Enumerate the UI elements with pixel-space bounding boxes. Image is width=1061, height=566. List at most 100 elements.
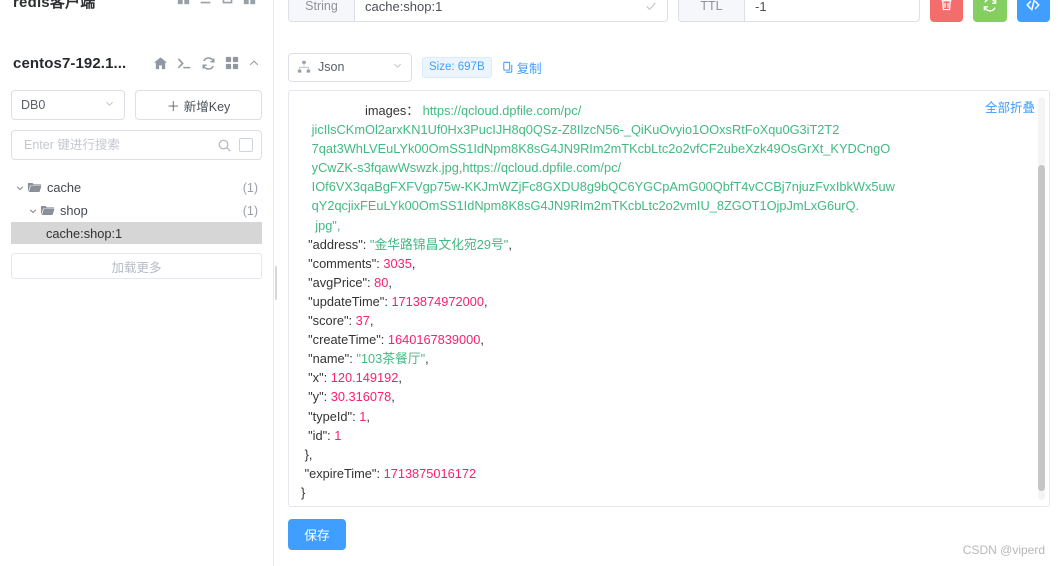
refresh-key-button[interactable] (973, 0, 1007, 22)
tree-node-shop[interactable]: shop (1) (11, 199, 262, 222)
sitemap-icon (297, 60, 311, 74)
tree-key-cache-shop-1[interactable]: cache:shop:1 (11, 222, 262, 244)
connection-name: centos7-192.1... (13, 54, 127, 72)
json-value-y: 30.316078 (330, 389, 392, 405)
minimize-icon[interactable] (199, 0, 212, 5)
json-key-id: "id": (308, 427, 331, 443)
add-key-label: 新增Key (183, 99, 231, 114)
json-scrollbar-thumb[interactable] (1038, 165, 1045, 491)
json-key-y: "y": (308, 389, 328, 405)
json-comma: , (366, 408, 370, 424)
maximize-icon[interactable] (221, 0, 234, 5)
json-comma: , (398, 370, 402, 386)
chevron-down-icon[interactable] (13, 183, 27, 193)
terminal-icon[interactable] (177, 56, 192, 71)
json-key-avgprice: "avgPrice": (308, 274, 371, 290)
chevron-down-icon[interactable] (26, 206, 40, 216)
folder-icon (40, 203, 55, 218)
json-images-line-tail: jpg", (315, 217, 341, 233)
ttl-input[interactable] (745, 0, 919, 21)
chevron-down-icon (392, 60, 403, 74)
collapse-chevron-icon[interactable] (248, 57, 260, 69)
delete-key-button[interactable] (930, 0, 964, 22)
app-title: redis客户端 (13, 0, 96, 11)
db-and-add-row: DB0 ＋ 新增Key (11, 90, 262, 120)
json-scrollbar-track[interactable] (1038, 97, 1045, 500)
key-name-group: String (288, 0, 668, 22)
json-images-line-2: 7qat3WhLVEuLYk00OmSS1IdNpm8K8sG4JN9RIm2m… (311, 141, 891, 157)
json-value-updatetime: 1713874972000 (391, 293, 484, 309)
search-icon[interactable] (217, 138, 232, 153)
json-value-comments: 3035 (383, 255, 412, 271)
json-value-score: 37 (355, 313, 370, 329)
json-key-images: images： (365, 103, 420, 118)
key-type-label: String (289, 0, 355, 21)
json-key-name: "name": (308, 351, 353, 367)
json-comma: , (369, 313, 374, 329)
copy-label: 复制 (516, 61, 542, 76)
json-close-brace-outer: } (301, 484, 306, 500)
check-icon[interactable] (644, 0, 658, 13)
search-input[interactable] (22, 137, 217, 153)
key-tree: cache (1) shop (1) cache:shop:1 加载更多 (11, 176, 262, 279)
format-select[interactable]: Json (288, 52, 412, 82)
size-badge: Size: 697B (422, 56, 492, 78)
json-comma: , (388, 274, 392, 290)
json-images-line-0: https://qcloud.dpfile.com/pc/ (422, 103, 582, 118)
code-view-button[interactable] (1016, 0, 1050, 22)
key-search-row (11, 130, 262, 160)
grid-icon[interactable] (177, 0, 190, 5)
json-images-line-4: IOf6VX3qaBgFXFVgp75w-KKJmWZjFc8GXDU8g9bQ… (311, 179, 895, 195)
json-key-score: "score": (308, 313, 353, 329)
search-exact-checkbox[interactable] (239, 138, 253, 152)
folder-icon (27, 180, 42, 195)
json-value-expiretime: 1713875016172 (383, 465, 477, 481)
tree-node-count: (1) (242, 203, 258, 218)
json-comma: , (508, 236, 512, 252)
json-key-comments: "comments": (308, 255, 380, 271)
ttl-label: TTL (679, 0, 745, 21)
json-key-updatetime: "updateTime": (308, 293, 388, 309)
home-icon[interactable] (153, 56, 168, 71)
json-comma: , (483, 293, 488, 309)
json-comma: , (391, 389, 395, 405)
format-select-value: Json (318, 60, 345, 74)
key-name-input[interactable] (355, 0, 642, 21)
main-panel: String TTL (278, 0, 1061, 566)
copy-icon (502, 61, 515, 74)
collapse-all-link[interactable]: 全部折叠 (985, 97, 1035, 116)
add-key-button[interactable]: ＋ 新增Key (135, 90, 262, 120)
ttl-group: TTL (678, 0, 920, 22)
refresh-icon[interactable] (201, 56, 216, 71)
grid-icon[interactable] (225, 56, 239, 70)
json-comma: , (411, 255, 416, 271)
json-close-brace-inner: }, (304, 446, 313, 462)
tree-node-count: (1) (242, 180, 258, 195)
json-comma: , (425, 351, 429, 367)
json-comma: , (480, 332, 484, 348)
copy-button[interactable]: 复制 (502, 58, 542, 77)
json-value-address: "金华路锦昌文化宛29号" (369, 236, 509, 252)
tree-node-cache[interactable]: cache (1) (11, 176, 262, 199)
sidebar-clipped-header: redis客户端 (11, 0, 262, 42)
json-images-line-3: yCwZK-s3fqawWswzk.jpg,https://qcloud.dpf… (311, 160, 622, 176)
json-images-line-5: qY2qcjixFEuLYk00OmSS1IdNpm8K8sG4JN9RIm2m… (311, 198, 860, 214)
db-select[interactable]: DB0 (11, 90, 125, 120)
plus-icon: ＋ (166, 98, 180, 114)
close-icon[interactable] (243, 0, 256, 5)
json-scroll-area[interactable]: images： https://qcloud.dpfile.com/pc/ ji… (289, 91, 1037, 506)
watermark: CSDN @viperd (962, 543, 1045, 557)
tree-key-label: cache:shop:1 (46, 225, 123, 241)
connection-actions (153, 56, 260, 71)
connection-header: centos7-192.1... (11, 42, 262, 78)
key-toolbar: String TTL (288, 0, 1050, 22)
splitter-handle[interactable] (275, 266, 277, 300)
json-images-line-1: jicIlsCKmOl2arxKN1Uf0Hx3PucIJH8q0QSz-Z8I… (311, 122, 840, 138)
load-more-button[interactable]: 加载更多 (11, 253, 262, 279)
key-name-actions (642, 0, 667, 21)
db-select-value: DB0 (21, 98, 46, 112)
tree-node-label: shop (60, 203, 88, 218)
redis-client-window: redis客户端 centos7-192.1... DB0 ＋ 新增Key En… (0, 0, 1061, 566)
save-button[interactable]: 保存 (288, 519, 346, 550)
json-value-createtime: 1640167839000 (387, 332, 481, 348)
